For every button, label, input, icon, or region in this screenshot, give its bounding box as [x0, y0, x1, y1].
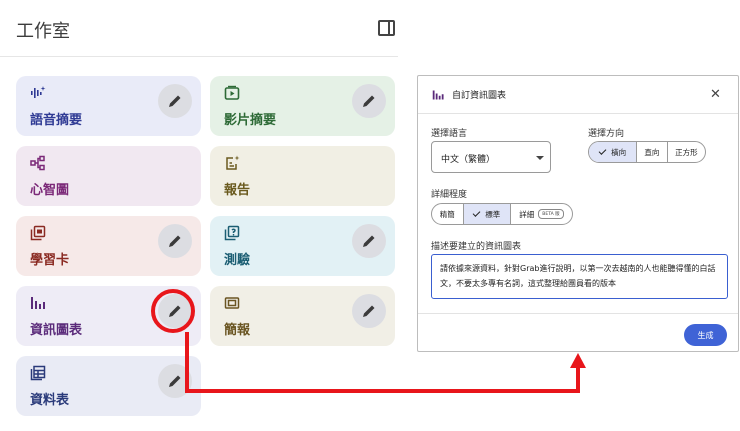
- dialog-footer-divider: [418, 313, 738, 314]
- infographic-icon: [432, 90, 444, 100]
- generate-button[interactable]: 生成: [684, 324, 727, 346]
- orientation-option-landscape[interactable]: 橫向: [589, 142, 637, 162]
- annotation-circle: [151, 289, 195, 333]
- detail-option-concise[interactable]: 精簡: [432, 204, 463, 224]
- detail-segmented: 精簡 標準 詳細 BETA 版: [431, 203, 573, 225]
- detail-option-detailed[interactable]: 詳細 BETA 版: [509, 204, 572, 224]
- beta-badge: BETA 版: [538, 209, 564, 219]
- language-value: 中文（繁體）: [441, 155, 496, 165]
- check-icon: [598, 146, 607, 155]
- chevron-down-icon: [536, 156, 544, 160]
- check-icon: [472, 208, 481, 217]
- detail-label: 詳細程度: [431, 190, 468, 200]
- customize-infographic-dialog: 自訂資訊圖表 ✕ 選擇語言 中文（繁體） 選擇方向 橫向 直向 正方形 詳細程度…: [417, 75, 739, 352]
- dialog-title: 自訂資訊圖表: [452, 91, 507, 101]
- close-icon[interactable]: ✕: [710, 87, 721, 102]
- orientation-label: 選擇方向: [588, 129, 625, 139]
- orientation-option-square[interactable]: 正方形: [666, 142, 705, 162]
- language-label: 選擇語言: [431, 129, 468, 139]
- describe-label: 描述要建立的資訊圖表: [431, 242, 522, 252]
- orientation-option-portrait[interactable]: 直向: [636, 142, 666, 162]
- dialog-header: 自訂資訊圖表 ✕: [418, 76, 738, 114]
- language-select[interactable]: 中文（繁體）: [431, 141, 551, 173]
- orientation-segmented: 橫向 直向 正方形: [588, 141, 706, 163]
- detail-option-standard[interactable]: 標準: [462, 204, 510, 224]
- describe-textarea[interactable]: 請依據來源資料，針對Grab進行說明，以第一次去越南的人也能聽得懂的白話文，不要…: [431, 254, 728, 299]
